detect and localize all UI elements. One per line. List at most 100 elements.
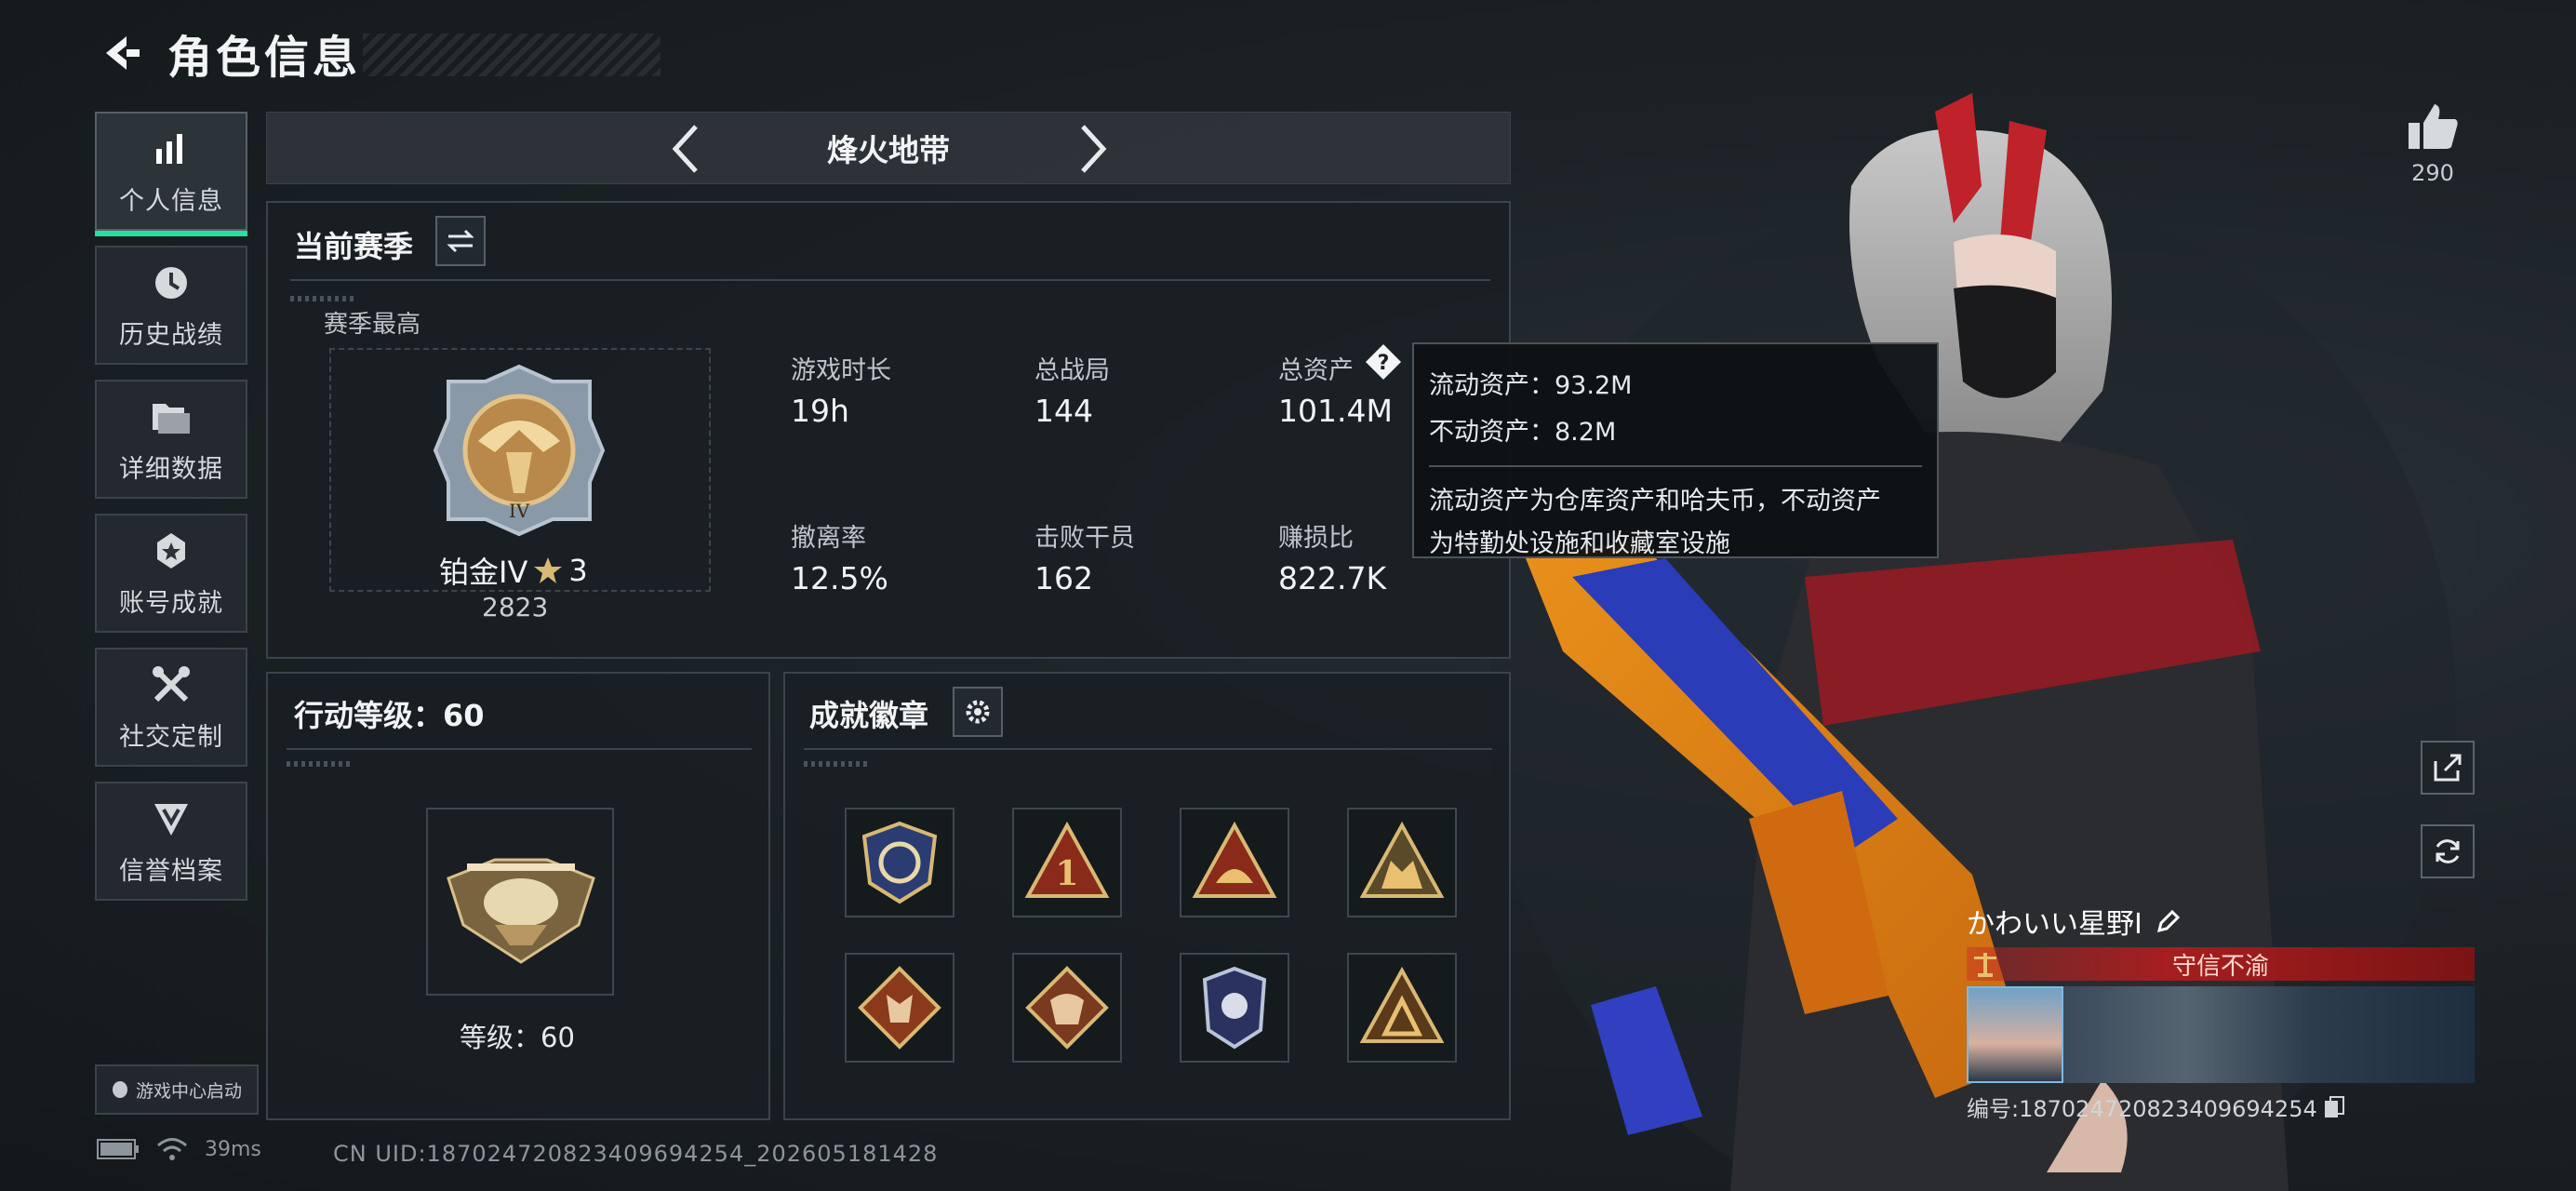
swap-icon	[447, 229, 474, 253]
stat-label-profit-ratio: 赚损比	[1278, 524, 1354, 553]
level-title: 行动等级：60	[294, 698, 485, 733]
scales-icon	[1974, 953, 1996, 977]
tooltip-divider	[1429, 465, 1922, 467]
side-nav: 个人信息 历史战绩 详细数据 账号成就 社交定制 信誉档案	[95, 112, 247, 916]
nav-item-reputation[interactable]: 信誉档案	[95, 782, 247, 901]
share-button[interactable]	[2421, 741, 2475, 795]
season-panel: 当前赛季 赛季最高 IV 铂金IV 3 2823 游戏时长 19h 总战局 14…	[266, 201, 1511, 659]
wolf-badge-icon	[858, 966, 941, 1050]
rank-score: 2823	[482, 592, 549, 622]
dragon-badge-icon	[1025, 966, 1109, 1050]
name-card-background	[2063, 986, 2475, 1083]
avatar[interactable]	[1967, 986, 2063, 1083]
thumbs-up-icon	[2409, 104, 2458, 149]
nav-item-personal-info[interactable]: 个人信息	[95, 112, 247, 236]
shield-badge-icon	[861, 821, 938, 904]
svg-text:1: 1	[1055, 854, 1078, 893]
level-panel: 行动等级：60 等级：60	[266, 672, 770, 1120]
platinum-rank-emblem-icon: IV	[433, 364, 606, 537]
badge-rank-1[interactable]: 1	[1012, 808, 1122, 917]
game-center-label: 游戏中心启动	[135, 1080, 242, 1102]
nav-item-achievements[interactable]: 账号成就	[95, 514, 247, 633]
page-header: 角色信息	[93, 20, 661, 86]
nav-label: 账号成就	[119, 588, 223, 618]
season-title: 当前赛季	[294, 229, 414, 264]
game-center-launch-button[interactable]: 游戏中心启动	[95, 1064, 259, 1115]
tooltip-fixed-assets: 不动资产：8.2M	[1429, 418, 1617, 447]
police-badge-icon	[1202, 966, 1267, 1050]
star-badge-icon	[1359, 966, 1445, 1043]
badge-wolf[interactable]	[845, 953, 954, 1063]
star-icon	[534, 557, 563, 583]
stat-value-playtime: 19h	[791, 393, 849, 429]
reputation-shield-icon	[149, 796, 194, 841]
stat-value-total-matches: 144	[1034, 393, 1093, 429]
tooltip-liquid-assets: 流动资产：93.2M	[1429, 371, 1633, 400]
wifi-icon	[157, 1138, 187, 1160]
season-best-label: 赛季最高	[324, 311, 421, 339]
prev-mode-button[interactable]	[661, 125, 708, 173]
mode-title: 烽火地带	[827, 132, 950, 168]
folder-icon	[149, 395, 194, 439]
helmet-badge-icon	[1192, 821, 1277, 898]
nav-item-history[interactable]: 历史战绩	[95, 246, 247, 365]
helicopter-level-emblem-icon	[447, 858, 595, 964]
svg-text:?: ?	[1378, 352, 1390, 375]
nav-item-detailed-data[interactable]: 详细数据	[95, 380, 247, 499]
rank-name: 铂金IV 3	[439, 549, 588, 592]
switch-season-button[interactable]	[435, 216, 486, 266]
badge-dragon[interactable]	[1012, 953, 1122, 1063]
badge-squad[interactable]	[1347, 808, 1457, 917]
svg-text:IV: IV	[509, 500, 530, 522]
header-decoration	[363, 33, 661, 76]
player-name: かわいい星野I	[1967, 908, 2142, 941]
uid-text: CN UID:187024720823409694254_20260518142…	[333, 1141, 939, 1167]
rank-1-badge-icon: 1	[1024, 821, 1110, 898]
copy-icon[interactable]	[2323, 1095, 2345, 1119]
next-mode-button[interactable]	[1071, 125, 1117, 173]
back-arrow-icon[interactable]	[93, 25, 149, 81]
nav-item-social[interactable]: 社交定制	[95, 648, 247, 767]
badge-settings-button[interactable]	[953, 687, 1003, 737]
nav-label: 社交定制	[119, 722, 223, 752]
nav-label: 信誉档案	[119, 856, 223, 886]
nav-label: 个人信息	[119, 186, 223, 216]
mode-selector: 烽火地带	[266, 112, 1511, 184]
like-button[interactable]: 290	[2400, 102, 2465, 186]
history-clock-icon	[149, 261, 194, 305]
stat-label-total-assets: 总资产	[1278, 356, 1354, 385]
stat-label-extract-rate: 撤离率	[791, 524, 866, 553]
decor-dots	[804, 761, 869, 767]
rank-label: 铂金IV	[439, 555, 528, 590]
badges-panel: 成就徽章 1	[783, 672, 1511, 1120]
assets-help-icon[interactable]: ?	[1364, 342, 1403, 381]
bar-chart-icon	[149, 127, 194, 171]
player-id: 编号:1870247208234096942​54	[1967, 1096, 2317, 1122]
page-title: 角色信息	[167, 32, 362, 84]
status-bar: 39ms	[97, 1137, 261, 1161]
badge-helmet[interactable]	[1180, 808, 1289, 917]
refresh-button[interactable]	[2421, 824, 2475, 878]
tools-icon	[149, 662, 194, 707]
badges-title: 成就徽章	[809, 698, 929, 733]
badge-police[interactable]	[1180, 953, 1289, 1063]
player-name-row: かわいい星野I	[1967, 901, 2475, 942]
player-id-row: 编号:1870247208234096942​54	[1967, 1091, 2475, 1123]
achievement-icon	[149, 529, 194, 573]
decor-dots	[290, 296, 355, 301]
badge-shield[interactable]	[845, 808, 954, 917]
penguin-icon	[112, 1081, 127, 1098]
player-title: 守信不渝	[2171, 952, 2269, 981]
stat-label-kills: 击败干员	[1034, 524, 1135, 553]
stat-label-playtime: 游戏时长	[791, 356, 891, 385]
tooltip-note-line2: 为特勤处设施和收藏室设施	[1429, 529, 1730, 558]
edit-pencil-icon[interactable]	[2156, 908, 2182, 934]
ping-value: 39ms	[205, 1137, 261, 1161]
badge-star[interactable]	[1347, 953, 1457, 1063]
gear-icon	[966, 700, 990, 724]
decor-dots	[287, 761, 352, 767]
divider	[804, 748, 1492, 750]
refresh-icon	[2436, 839, 2460, 863]
assets-tooltip: 流动资产：93.2M 不动资产：8.2M 流动资产为仓库资产和哈夫币，不动资产 …	[1412, 342, 1939, 558]
rank-stars: 3	[568, 553, 588, 588]
